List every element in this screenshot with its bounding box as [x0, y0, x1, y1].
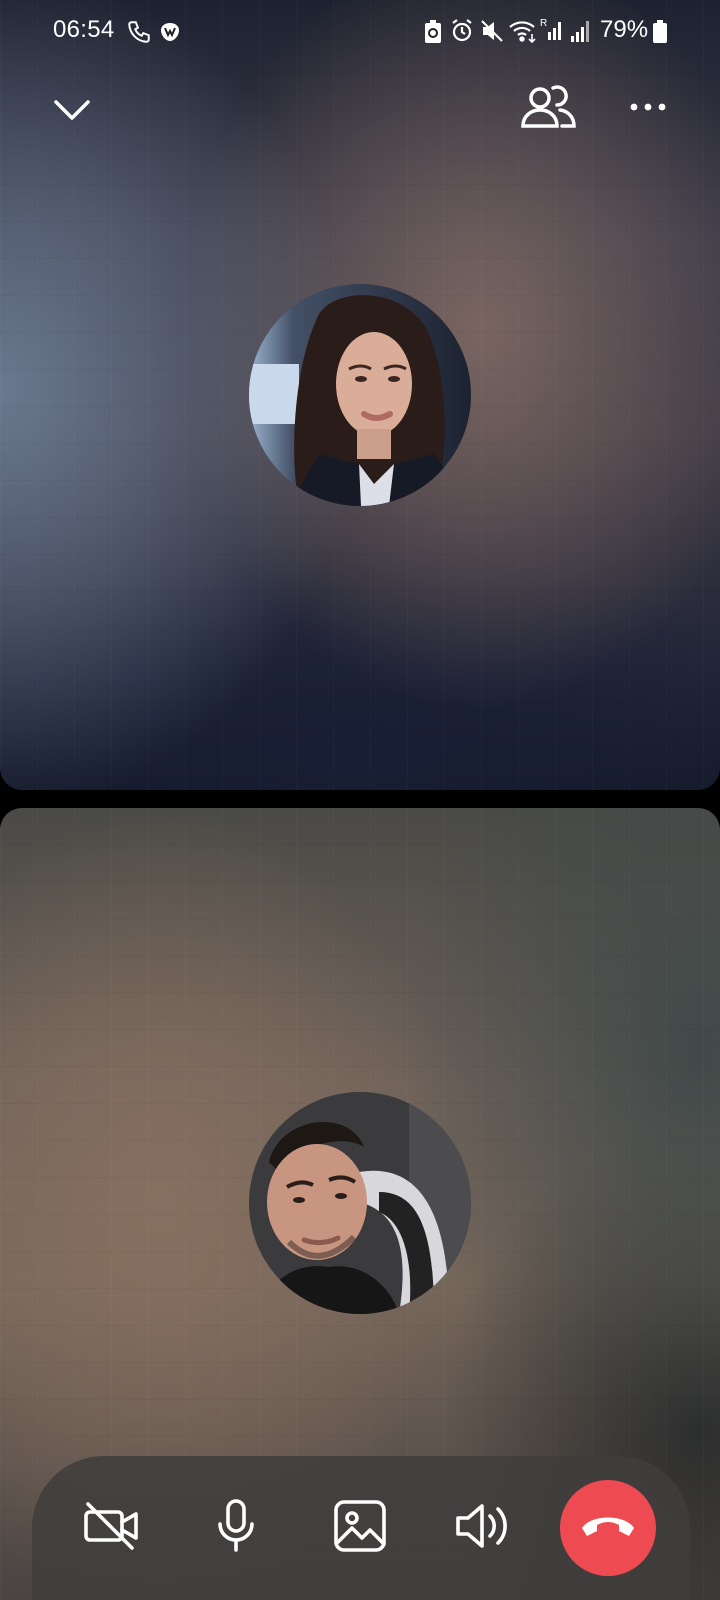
battery-saver-icon [424, 20, 442, 49]
remote-user-avatar[interactable] [249, 284, 471, 506]
people-icon [520, 82, 578, 135]
speaker-button[interactable] [440, 1486, 524, 1570]
battery-percent: 79% [600, 16, 649, 43]
end-call-button[interactable] [560, 1480, 656, 1576]
mute-icon [480, 19, 504, 48]
battery-icon [653, 20, 667, 49]
speaker-icon [454, 1500, 510, 1557]
self-user-avatar[interactable] [249, 1092, 471, 1314]
minimize-button[interactable] [44, 84, 100, 140]
chevron-down-icon [52, 97, 92, 128]
phone-call-icon [126, 19, 152, 50]
share-image-button[interactable] [318, 1486, 402, 1570]
malwarebytes-icon [158, 20, 182, 49]
more-dots-icon [630, 99, 666, 117]
wifi-icon [508, 18, 538, 49]
participants-button[interactable] [516, 80, 582, 136]
more-options-button[interactable] [622, 84, 674, 132]
microphone-icon [216, 1498, 256, 1559]
signal-icon [570, 18, 592, 49]
status-bar: 06:54 R 79% [0, 0, 720, 64]
svg-text:R: R [540, 18, 547, 29]
end-call-icon [579, 1512, 637, 1545]
image-icon [332, 1498, 388, 1559]
status-time: 06:54 [53, 16, 115, 43]
video-off-icon [82, 1500, 142, 1557]
signal-r-icon: R [540, 16, 566, 49]
toggle-video-button[interactable] [70, 1486, 154, 1570]
alarm-icon [450, 18, 474, 49]
toggle-mic-button[interactable] [194, 1486, 278, 1570]
